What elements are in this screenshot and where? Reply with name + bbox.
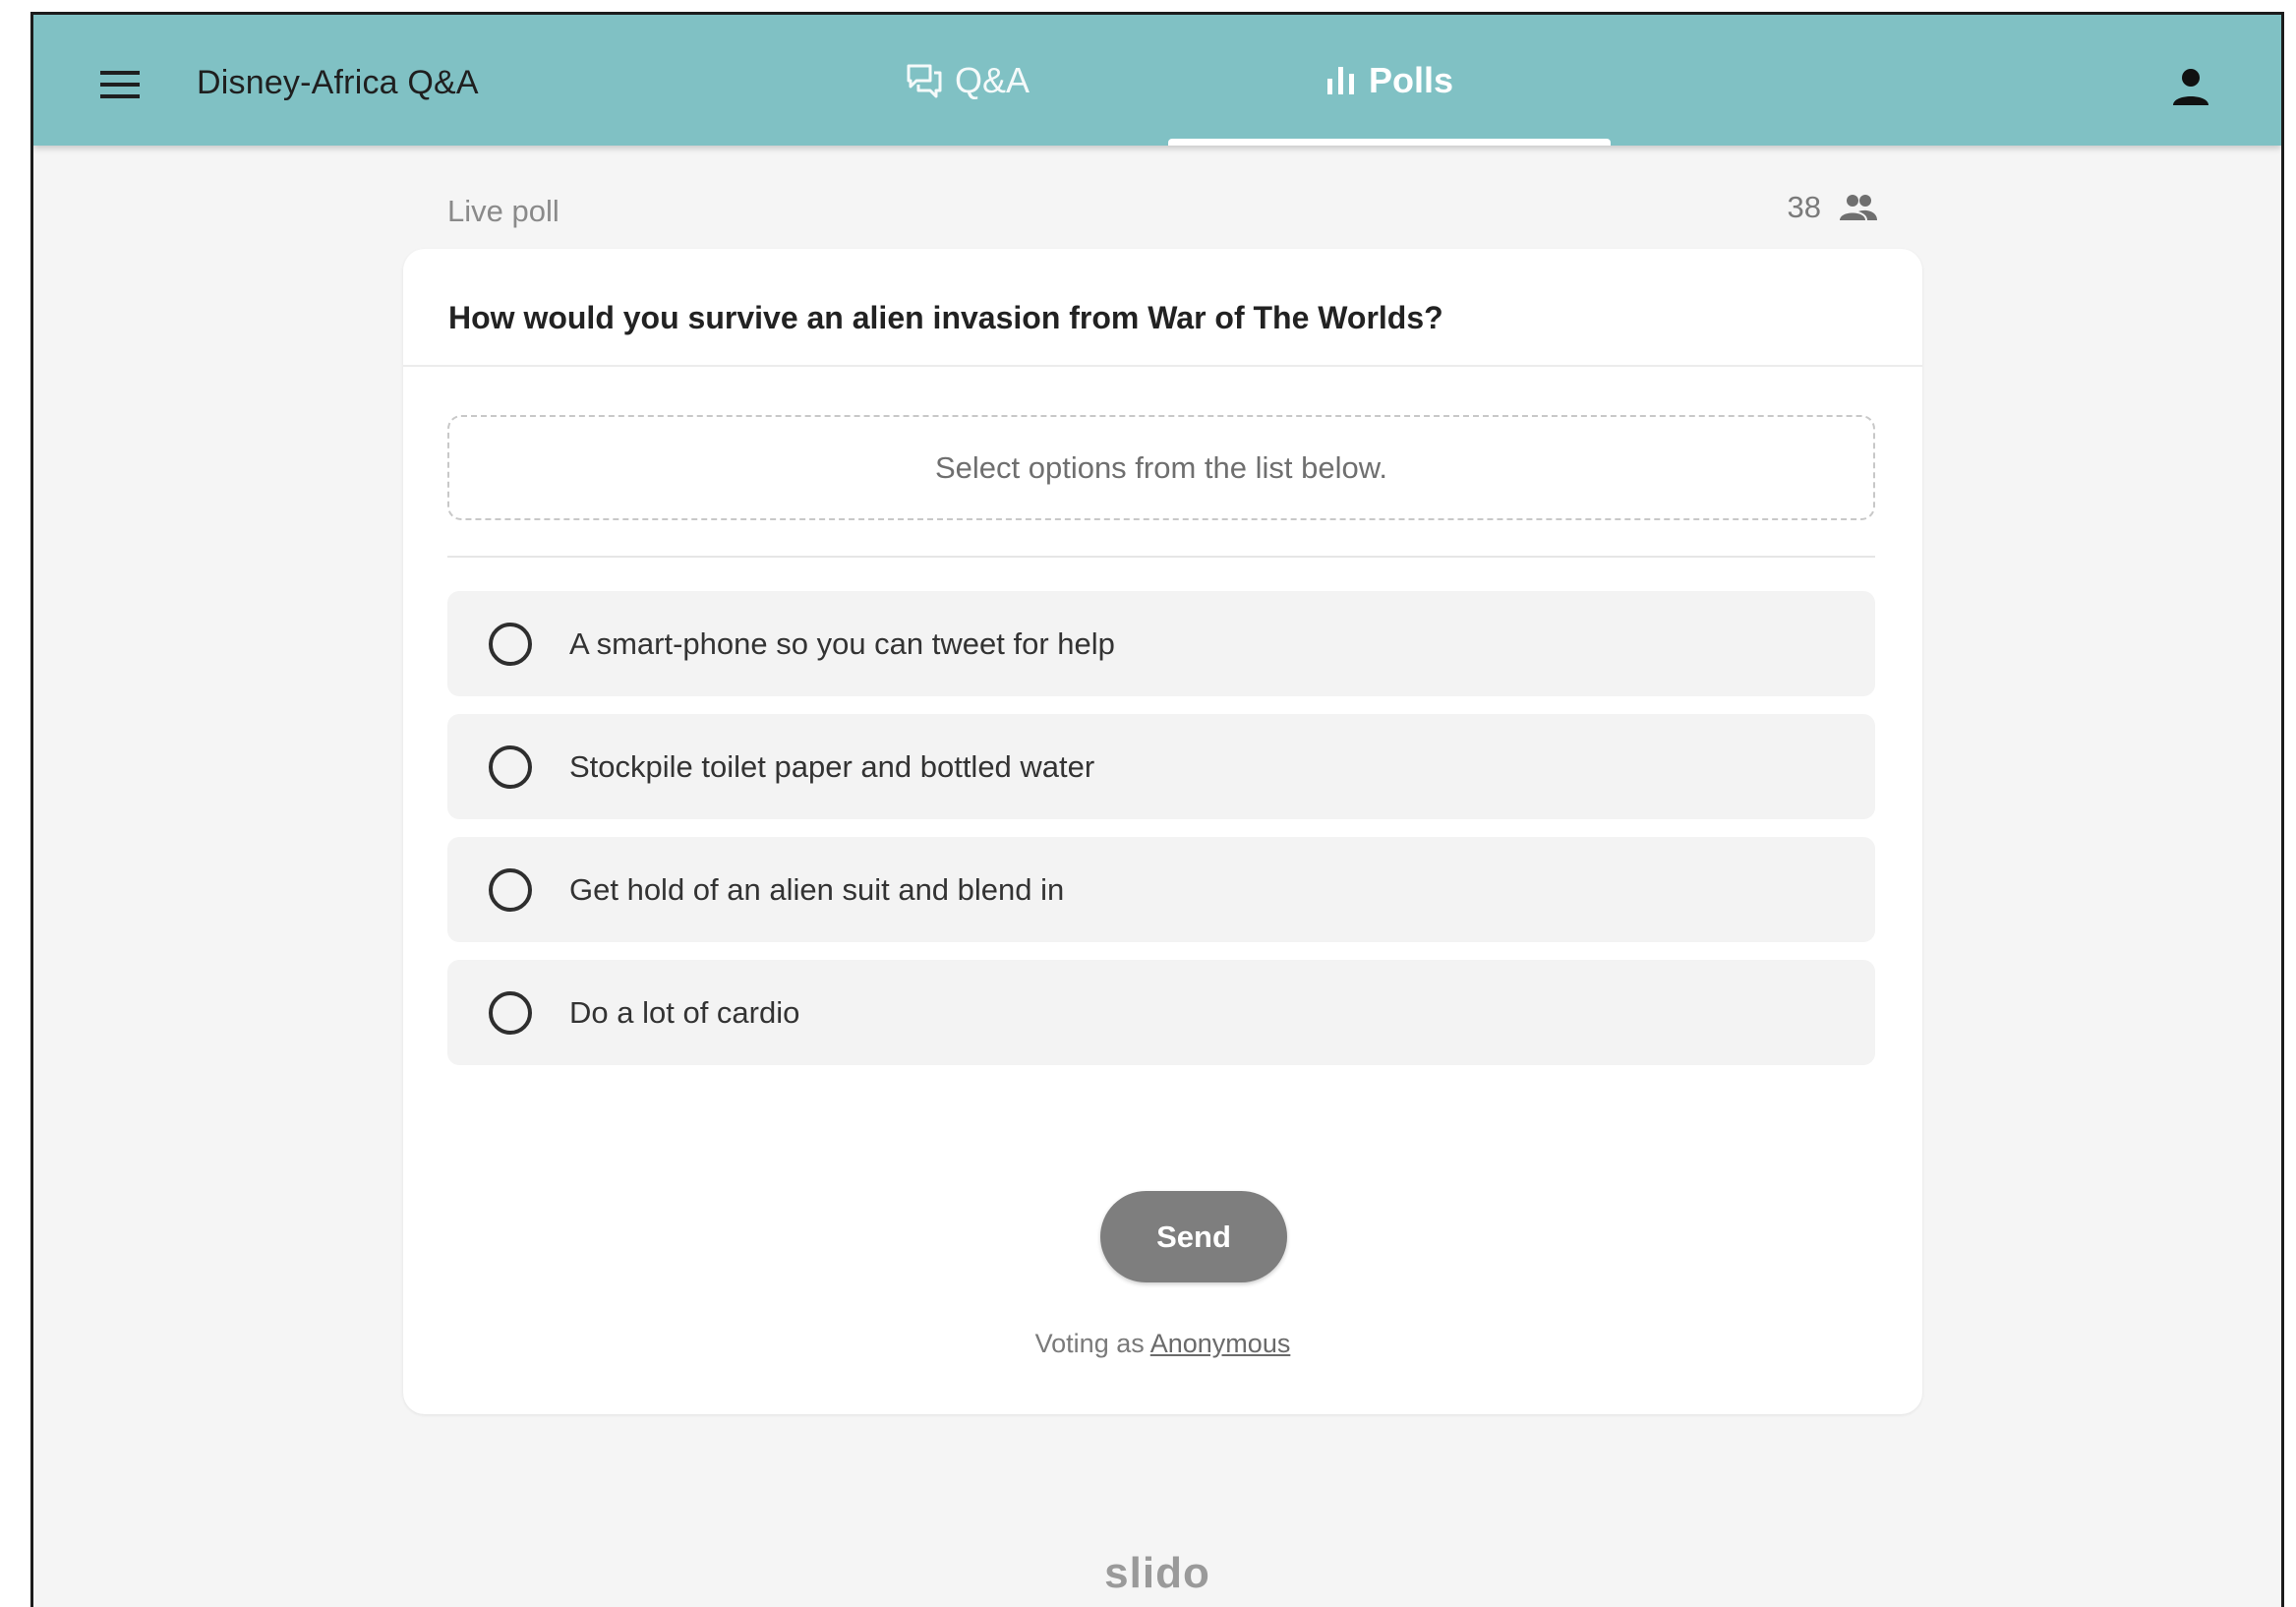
active-tab-indicator bbox=[1168, 139, 1611, 146]
account-button[interactable] bbox=[2169, 66, 2212, 109]
poll-option-label: Do a lot of cardio bbox=[569, 994, 800, 1030]
participant-count-value: 38 bbox=[1787, 190, 1821, 224]
poll-meta: Live poll 38 bbox=[447, 182, 1878, 231]
poll-option[interactable]: Get hold of an alien suit and blend in bbox=[447, 837, 1875, 942]
radio-button[interactable] bbox=[489, 744, 532, 789]
tab-qa-label: Q&A bbox=[954, 59, 1030, 100]
event-title: Disney-Africa Q&A bbox=[197, 64, 479, 101]
tab-polls-label: Polls bbox=[1368, 59, 1454, 100]
tab-polls[interactable]: Polls bbox=[1168, 15, 1611, 146]
voting-name-link[interactable]: Anonymous bbox=[1150, 1329, 1291, 1358]
poll-options: A smart-phone so you can tweet for help … bbox=[447, 591, 1875, 1083]
hamburger-menu-icon bbox=[100, 71, 140, 98]
divider bbox=[447, 556, 1875, 558]
voting-identity: Voting as Anonymous bbox=[403, 1329, 1922, 1359]
radio-button[interactable] bbox=[489, 867, 532, 912]
poll-option-label: Stockpile toilet paper and bottled water bbox=[569, 748, 1095, 784]
person-icon bbox=[2173, 69, 2208, 105]
selection-hint: Select options from the list below. bbox=[447, 415, 1875, 520]
send-button[interactable]: Send bbox=[1100, 1191, 1287, 1282]
poll-question-header: How would you survive an alien invasion … bbox=[403, 249, 1922, 367]
app-window: Disney-Africa Q&A Q&A Polls Live poll 38… bbox=[30, 12, 2284, 1607]
poll-option[interactable]: Do a lot of cardio bbox=[447, 960, 1875, 1065]
poll-option[interactable]: Stockpile toilet paper and bottled water bbox=[447, 714, 1875, 819]
participant-count: 38 bbox=[1788, 190, 1878, 225]
voting-prefix: Voting as bbox=[1034, 1329, 1145, 1358]
poll-option[interactable]: A smart-phone so you can tweet for help bbox=[447, 591, 1875, 696]
menu-button[interactable] bbox=[92, 57, 147, 112]
top-app-bar: Disney-Africa Q&A Q&A Polls bbox=[33, 15, 2281, 146]
slido-logo: slido bbox=[1104, 1549, 1210, 1597]
poll-option-label: Get hold of an alien suit and blend in bbox=[569, 871, 1065, 907]
tab-qa[interactable]: Q&A bbox=[820, 15, 1115, 146]
poll-question: How would you survive an alien invasion … bbox=[448, 300, 1443, 335]
radio-button[interactable] bbox=[489, 990, 532, 1035]
live-poll-label: Live poll bbox=[447, 194, 559, 228]
poll-option-label: A smart-phone so you can tweet for help bbox=[569, 625, 1115, 661]
radio-button[interactable] bbox=[489, 622, 532, 666]
chat-bubbles-icon bbox=[907, 64, 942, 97]
bar-chart-icon bbox=[1326, 66, 1354, 94]
people-icon bbox=[1840, 195, 1877, 220]
poll-card: How would you survive an alien invasion … bbox=[403, 249, 1922, 1414]
